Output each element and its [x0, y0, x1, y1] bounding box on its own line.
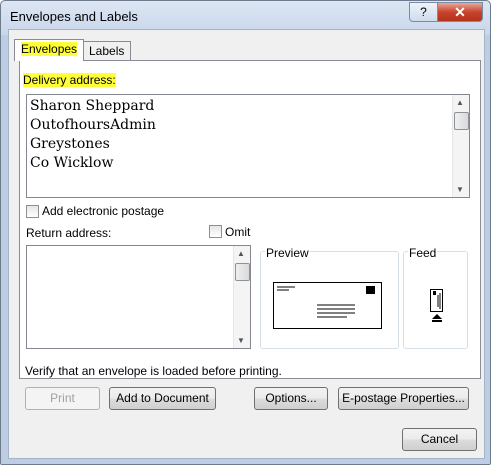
return-address-label: Return address: — [26, 226, 112, 240]
delivery-scrollbar[interactable]: ▲ ▼ — [452, 95, 469, 197]
tab-envelopes[interactable]: Envelopes — [14, 39, 85, 61]
delivery-line: Sharon Sheppard — [30, 98, 155, 114]
feed-envelope-icon — [430, 289, 443, 322]
delivery-address-label: Delivery address: — [23, 73, 116, 87]
close-button[interactable]: ✕ — [437, 2, 483, 22]
return-scrollbar[interactable]: ▲ ▼ — [233, 246, 250, 348]
omit-checkbox[interactable] — [209, 225, 222, 238]
tab-labels[interactable]: Labels — [82, 41, 132, 61]
tab-labels-label: Labels — [89, 44, 125, 58]
help-button[interactable]: ? — [409, 2, 438, 22]
scroll-thumb[interactable] — [454, 112, 469, 130]
delivery-line: OutofhoursAdmin — [30, 117, 156, 133]
preview-group[interactable]: Preview — [260, 246, 399, 349]
feed-label: Feed — [408, 246, 438, 260]
dialog-client-area: Envelopes Labels Delivery address: Sharo… — [8, 29, 485, 459]
delivery-address-field[interactable]: Sharon Sheppard OutofhoursAdmin Greyston… — [26, 94, 470, 198]
scroll-down-icon[interactable]: ▼ — [237, 336, 245, 345]
epostage-properties-button[interactable]: E-postage Properties... — [338, 387, 469, 410]
scroll-up-icon[interactable]: ▲ — [456, 98, 464, 107]
envelopes-tab-panel: Delivery address: Sharon Sheppard Outofh… — [19, 60, 481, 379]
print-button[interactable]: Print — [25, 387, 100, 410]
preview-label: Preview — [265, 246, 310, 260]
electronic-postage-label: Add electronic postage — [42, 204, 165, 218]
feed-group[interactable]: Feed — [403, 246, 468, 349]
add-to-document-button[interactable]: Add to Document — [109, 387, 216, 410]
delivery-address-text: Sharon Sheppard OutofhoursAdmin Greyston… — [30, 97, 156, 173]
window-title: Envelopes and Labels — [10, 9, 138, 24]
envelope-preview-icon — [273, 282, 382, 329]
tab-envelopes-label: Envelopes — [21, 42, 78, 56]
delivery-line: Greystones — [30, 136, 110, 152]
scroll-thumb[interactable] — [235, 263, 250, 281]
electronic-postage-checkbox[interactable] — [26, 205, 39, 218]
verify-text: Verify that an envelope is loaded before… — [25, 364, 282, 378]
options-button[interactable]: Options... — [254, 387, 328, 410]
scroll-down-icon[interactable]: ▼ — [456, 185, 464, 194]
close-icon: ✕ — [454, 4, 466, 20]
omit-label: Omit — [225, 225, 251, 239]
envelopes-labels-dialog: Envelopes and Labels ? ✕ Envelopes Label… — [0, 0, 491, 465]
return-address-field[interactable]: ▲ ▼ — [26, 245, 251, 349]
delivery-line: Co Wicklow — [30, 155, 114, 171]
cancel-button[interactable]: Cancel — [402, 428, 477, 451]
scroll-up-icon[interactable]: ▲ — [237, 249, 245, 258]
